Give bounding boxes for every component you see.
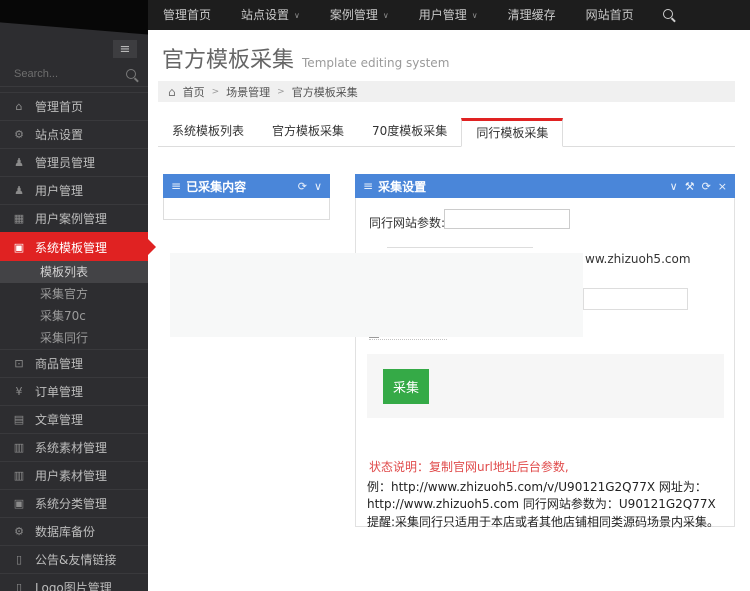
chevron-down-icon: ∨ — [294, 11, 300, 20]
peer-site-param-label: 同行网站参数: — [369, 216, 446, 230]
panel-bars-icon: ≡ — [171, 179, 182, 193]
partial-input-box[interactable] — [583, 288, 688, 310]
yen-icon: ¥ — [15, 385, 23, 398]
sidebar-item-system-template-management[interactable]: ▣ 系统模板管理 — [0, 232, 156, 261]
topnav-search-button[interactable] — [649, 8, 687, 22]
sidebar-item-admin-home[interactable]: ⌂ 管理首页 — [0, 92, 148, 120]
status-note: 状态说明：复制官网url地址后台参数, — [369, 460, 569, 474]
sidebar-search — [0, 62, 148, 87]
page-subtitle: Template editing system — [302, 56, 450, 70]
sidebar-item-goods-management[interactable]: ⊡ 商品管理 — [0, 349, 148, 377]
breadcrumb-home[interactable]: 首页 — [183, 84, 205, 100]
sidebar-item-system-material-management[interactable]: ▥ 系统素材管理 — [0, 433, 148, 461]
home-icon: ⌂ — [168, 84, 176, 99]
close-icon[interactable]: × — [718, 181, 727, 192]
archive-icon: ▥ — [13, 441, 25, 454]
sidebar-subitem-collect-official[interactable]: 采集官方 — [0, 283, 148, 305]
breadcrumb: ⌂ 首页 > 场景管理 > 官方模板采集 — [158, 81, 735, 102]
chevron-down-icon[interactable]: ∨ — [314, 181, 322, 192]
sidebar-item-order-management[interactable]: ¥ 订单管理 — [0, 377, 148, 405]
sidebar-item-announcement-links[interactable]: ▯ 公告&友情链接 — [0, 545, 148, 573]
tab-official-template-collect[interactable]: 官方模板采集 — [258, 117, 358, 146]
collect-settings-panel: ≡ 采集设置 ∨ ⚒ ⟳ × 同行网站参数: ww.zhizuoh5.com 采… — [355, 174, 735, 529]
collect-settings-panel-title: 采集设置 — [378, 179, 427, 194]
gear-icon: ⚙ — [14, 525, 24, 538]
topnav-site-settings[interactable]: 站点设置 ∨ — [226, 0, 315, 31]
chevron-down-icon: ∨ — [382, 11, 389, 20]
sidebar-item-user-case-management[interactable]: ▦ 用户案例管理 — [0, 204, 148, 232]
tab-bar: 系统模板列表 官方模板采集 70度模板采集 同行模板采集 — [158, 117, 735, 147]
briefcase-icon: ▣ — [13, 497, 25, 510]
bookmark-icon: ▯ — [15, 553, 23, 566]
sidebar-toggle-button[interactable]: ≡ — [113, 40, 137, 58]
sidebar-item-article-management[interactable]: ▤ 文章管理 — [0, 405, 148, 433]
collected-content-panel-header: ≡ 已采集内容 ⟳ ∨ — [163, 174, 330, 198]
tab-system-template-list[interactable]: 系统模板列表 — [158, 117, 258, 146]
table-icon: ▦ — [13, 212, 25, 225]
user-icon: ♟ — [14, 156, 24, 169]
breadcrumb-separator: > — [211, 86, 220, 97]
gear-icon: ⚙ — [14, 128, 24, 141]
wrench-icon[interactable]: ⚒ — [685, 181, 695, 192]
chevron-down-icon: ∨ — [471, 11, 478, 20]
sidebar-menu: ⌂ 管理首页 ⚙ 站点设置 ♟ 管理员管理 ♟ 用户管理 ▦ 用户案例管理 ▣ 系统模板管理… — [0, 92, 156, 591]
sidebar: ≡ ⌂管理首页 ⚙站点设置 ♟管理员管理 ♟用户管理 ▦用户案例管理 ▣系统模板… — [0, 0, 156, 591]
domain-text: ww.zhizuoh5.com — [585, 252, 691, 266]
topnav-website-home[interactable]: 网站首页 — [571, 0, 649, 30]
admin-page: 管理首页 站点设置∨ 案例管理∨ 用户管理∨ 清理缓存 网站首页 ≡ ⌂管理首页… — [0, 0, 750, 591]
peer-site-param-input[interactable] — [444, 209, 570, 229]
form-actions: 采集 — [367, 354, 724, 418]
collect-settings-panel-header: ≡ 采集设置 ∨ ⚒ ⟳ × — [355, 174, 735, 198]
sidebar-item-user-management[interactable]: ♟ 用户管理 — [0, 176, 148, 204]
box-icon: ⊡ — [14, 357, 24, 370]
sidebar-subitem-template-list[interactable]: 模板列表 — [0, 261, 148, 283]
topnav-user-management[interactable]: 用户管理 ∨ — [404, 0, 493, 31]
page-title-text: 官方模板采集 — [162, 48, 295, 73]
sidebar-item-admin-management[interactable]: ♟ 管理员管理 — [0, 148, 148, 176]
collect-settings-panel-body: 同行网站参数: ww.zhizuoh5.com 采集 状态说明：复制官网url地… — [355, 198, 735, 529]
bookmark-icon: ▯ — [15, 581, 23, 591]
topnav-clear-cache[interactable]: 清理缓存 — [493, 0, 571, 30]
refresh-icon[interactable]: ⟳ — [702, 181, 711, 192]
user-icon: ♟ — [14, 184, 24, 197]
document-icon: ▤ — [13, 413, 25, 426]
tip-line: 提醒:采集同行只适用于本店或者其他店铺相同类源码场景内采集。 — [367, 515, 720, 529]
sidebar-subitem-collect-70c[interactable]: 采集70c — [0, 305, 148, 327]
example-line: 例：http://www.zhizuoh5.com/v/U90121G2Q77X… — [367, 480, 716, 511]
chevron-down-icon[interactable]: ∨ — [670, 181, 678, 192]
search-icon[interactable] — [126, 69, 136, 79]
breadcrumb-current-page: 官方模板采集 — [291, 85, 358, 99]
blank-overlay — [170, 253, 583, 337]
collected-content-panel: ≡ 已采集内容 ⟳ ∨ — [163, 174, 330, 220]
topnav-admin-home[interactable]: 管理首页 — [148, 0, 226, 30]
archive-icon: ▥ — [13, 469, 25, 482]
refresh-icon[interactable]: ⟳ — [298, 181, 307, 192]
hidden-field-top-edge — [387, 247, 533, 248]
collected-content-panel-body — [163, 198, 330, 220]
sidebar-item-system-category-management[interactable]: ▣ 系统分类管理 — [0, 489, 148, 517]
panel-bars-icon: ≡ — [363, 179, 374, 193]
top-navbar: 管理首页 站点设置 ∨ 案例管理 ∨ 用户管理 ∨ 清理缓存 网站首页 — [148, 0, 750, 30]
sidebar-item-database-backup[interactable]: ⚙ 数据库备份 — [0, 517, 148, 545]
home-icon: ⌂ — [15, 100, 23, 113]
collected-content-panel-title: 已采集内容 — [186, 179, 247, 194]
collect-button[interactable]: 采集 — [383, 369, 429, 404]
briefcase-icon: ▣ — [13, 240, 25, 254]
page-title: 官方模板采集 Template editing system — [162, 42, 449, 74]
topnav-case-management[interactable]: 案例管理 ∨ — [315, 0, 404, 31]
sidebar-item-user-material-management[interactable]: ▥ 用户素材管理 — [0, 461, 148, 489]
sidebar-subitem-collect-peer[interactable]: 采集同行 — [0, 327, 148, 349]
sidebar-search-input[interactable] — [12, 67, 120, 81]
tab-70du-template-collect[interactable]: 70度模板采集 — [358, 117, 461, 146]
breadcrumb-scene-management[interactable]: 场景管理 — [226, 84, 270, 100]
tab-peer-template-collect[interactable]: 同行模板采集 — [461, 118, 564, 147]
example-text: 例：http://www.zhizuoh5.com/v/U90121G2Q77X… — [367, 479, 727, 531]
sidebar-item-site-settings[interactable]: ⚙ 站点设置 — [0, 120, 148, 148]
hamburger-icon: ≡ — [119, 41, 131, 57]
main-content: 官方模板采集 Template editing system ⌂ 首页 > 场景… — [148, 30, 750, 591]
breadcrumb-separator: > — [277, 86, 285, 97]
search-icon — [662, 9, 673, 19]
sidebar-item-logo-image-management[interactable]: ▯ Logo图片管理 — [0, 573, 148, 591]
